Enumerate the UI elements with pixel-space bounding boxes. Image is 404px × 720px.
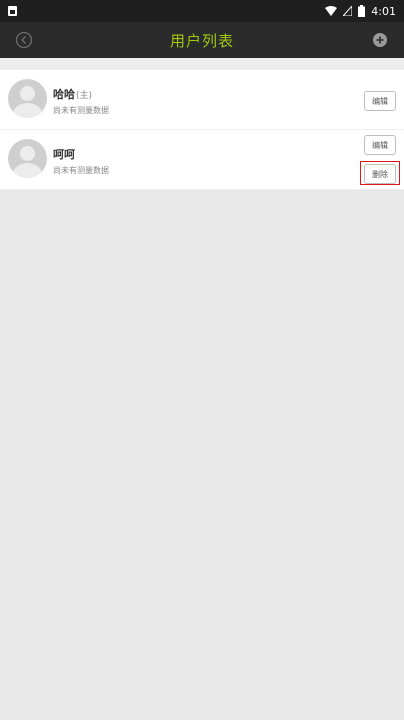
header-divider [0,58,404,70]
app-header: 用户列表 [0,22,404,58]
add-user-button[interactable] [370,30,390,50]
add-circle-icon [373,33,387,47]
delete-button[interactable]: 删除 [364,164,396,184]
avatar [8,139,47,178]
user-list: 哈哈 (主) 尚未有测量数据 编辑 呵呵 尚未有测量数据 编辑 删除 [0,70,404,190]
page-title: 用户列表 [169,31,234,50]
battery-icon [358,5,366,17]
status-bar: 4:01 [0,0,404,22]
signal-icon [343,6,353,16]
user-info: 哈哈 (主) 尚未有测量数据 [53,86,109,116]
back-button[interactable] [14,30,34,50]
user-name: 呵呵 [53,148,75,161]
avatar [8,79,47,118]
status-time: 4:01 [371,4,396,18]
edit-button[interactable]: 编辑 [364,135,396,155]
delete-highlight: 删除 [360,161,400,185]
user-status: 尚未有测量数据 [53,106,109,115]
wifi-icon [325,6,338,16]
user-name: 哈哈 [53,88,75,101]
user-status: 尚未有测量数据 [53,166,109,175]
edit-button[interactable]: 编辑 [364,91,396,111]
notification-icon [8,6,17,16]
user-tag: (主) [76,91,93,101]
back-circle-icon [15,31,33,49]
list-item[interactable]: 哈哈 (主) 尚未有测量数据 编辑 [0,70,404,130]
user-info: 呵呵 尚未有测量数据 [53,146,109,176]
list-item[interactable]: 呵呵 尚未有测量数据 编辑 删除 [0,130,404,190]
